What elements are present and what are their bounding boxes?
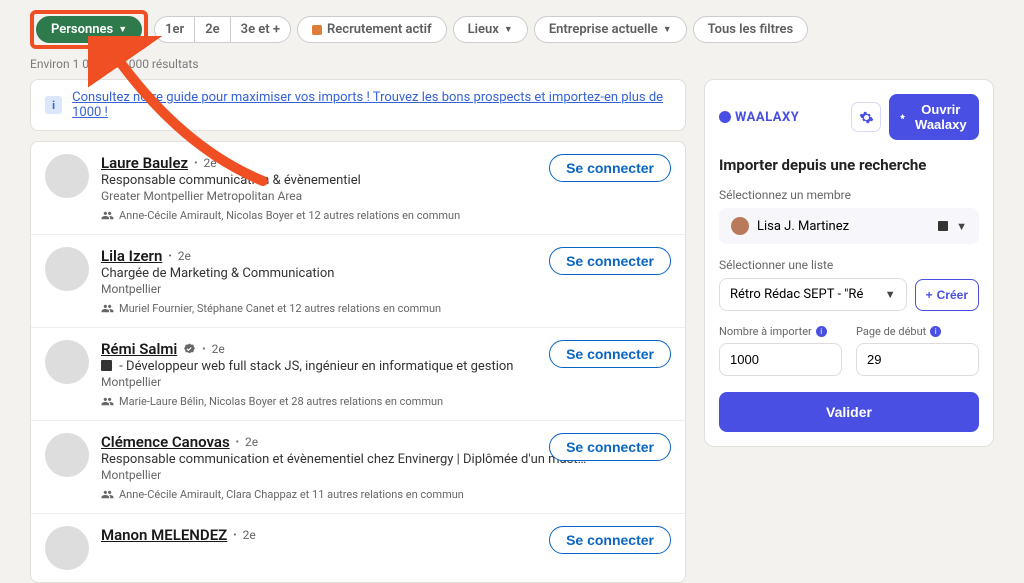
settings-button[interactable] — [851, 102, 881, 132]
connect-button[interactable]: Se connecter — [549, 247, 671, 275]
list-value: Rétro Rédac SEPT - "Ré — [730, 287, 885, 302]
import-heading: Importer depuis une recherche — [719, 156, 979, 174]
dot-separator: • — [168, 251, 171, 262]
results-count: Environ 1 080 000 000 résultats — [0, 55, 1024, 79]
dot-separator: • — [236, 437, 239, 448]
list-select[interactable]: Rétro Rédac SEPT - "Ré ▼ — [719, 278, 907, 311]
degree-3plus[interactable]: 3e et + — [230, 16, 291, 43]
member-avatar-icon — [731, 217, 749, 235]
result-mutual: Anne-Cécile Amirault, Nicolas Boyer et 1… — [101, 209, 671, 222]
result-row: Manon MELENDEZ • 2e Se connecter — [31, 514, 685, 582]
result-mutual: Anne-Cécile Amirault, Clara Chappaz et 1… — [101, 488, 671, 501]
caret-down-icon: ▼ — [504, 24, 513, 35]
verified-icon — [183, 343, 196, 356]
result-degree: 2e — [245, 435, 258, 449]
filter-personnes[interactable]: Personnes ▼ — [36, 16, 142, 43]
caret-down-icon: ▼ — [118, 24, 127, 35]
open-waalaxy-button[interactable]: Ouvrir Waalaxy — [889, 94, 979, 140]
filter-personnes-label: Personnes — [51, 22, 113, 37]
waalaxy-panel: WAALAXY Ouvrir Waalaxy Importer depuis u… — [704, 79, 994, 447]
filter-locations-label: Lieux — [468, 22, 499, 37]
member-value: Lisa J. Martinez — [757, 219, 930, 234]
result-degree: 2e — [243, 528, 256, 542]
result-location: Montpellier — [101, 375, 671, 389]
validate-button[interactable]: Valider — [719, 392, 979, 432]
results-list: Laure Baulez•2eResponsable communication… — [30, 141, 686, 583]
result-row: Laure Baulez•2eResponsable communication… — [31, 142, 685, 235]
filter-company[interactable]: Entreprise actuelle ▼ — [534, 16, 687, 43]
filter-locations[interactable]: Lieux ▼ — [453, 16, 528, 43]
waalaxy-brand: WAALAXY — [719, 110, 799, 125]
dot-separator: • — [233, 530, 236, 541]
result-mutual: Marie-Laure Bélin, Nicolas Boyer et 28 a… — [101, 395, 671, 408]
label-tag-icon — [938, 221, 948, 231]
avatar[interactable] — [45, 340, 89, 384]
list-label: Sélectionner une liste — [719, 258, 979, 272]
avatar[interactable] — [45, 433, 89, 477]
result-degree: 2e — [178, 249, 191, 263]
brand-text: WAALAXY — [735, 110, 799, 125]
count-input[interactable] — [719, 343, 842, 376]
gear-icon — [859, 110, 874, 125]
result-row: Rémi Salmi•2e - Développeur web full sta… — [31, 328, 685, 421]
count-label: Nombre à importer i — [719, 325, 842, 338]
connect-button[interactable]: Se connecter — [549, 154, 671, 182]
plus-icon: + — [926, 288, 933, 302]
avatar[interactable] — [45, 526, 89, 570]
result-degree: 2e — [212, 342, 225, 356]
result-name[interactable]: Laure Baulez — [101, 154, 188, 172]
rocket-icon — [899, 111, 906, 123]
result-degree: 2e — [203, 156, 216, 170]
result-name[interactable]: Rémi Salmi — [101, 340, 177, 358]
result-row: Clémence Canovas•2eResponsable communica… — [31, 421, 685, 514]
result-name[interactable]: Lila Izern — [101, 247, 162, 265]
member-select[interactable]: Lisa J. Martinez ▼ — [719, 208, 979, 244]
avatar[interactable] — [45, 154, 89, 198]
info-icon: i — [930, 326, 941, 337]
result-name[interactable]: Clémence Canovas — [101, 433, 230, 451]
import-guide-link[interactable]: Consultez notre guide pour maximiser vos… — [72, 90, 671, 120]
dot-separator: • — [194, 158, 197, 169]
dot-separator: • — [202, 344, 205, 355]
chevron-down-icon: ▼ — [885, 288, 896, 301]
result-location: Greater Montpellier Metropolitan Area — [101, 189, 671, 203]
connect-button[interactable]: Se connecter — [549, 526, 671, 554]
people-icon — [101, 488, 114, 501]
degree-1[interactable]: 1er — [154, 16, 195, 43]
degree-filter-group: 1er 2e 3e et + — [154, 16, 291, 43]
member-label: Sélectionnez un membre — [719, 188, 979, 202]
result-location: Montpellier — [101, 282, 671, 296]
filter-all[interactable]: Tous les filtres — [693, 16, 809, 43]
page-input[interactable] — [856, 343, 979, 376]
highlight-annotation: Personnes ▼ — [30, 10, 148, 49]
recruiting-badge-icon — [312, 25, 322, 35]
filter-company-label: Entreprise actuelle — [549, 22, 658, 37]
filter-recruiting[interactable]: Recrutement actif — [297, 16, 447, 43]
avatar[interactable] — [45, 247, 89, 291]
degree-2[interactable]: 2e — [195, 16, 229, 43]
chevron-down-icon: ▼ — [956, 220, 967, 233]
import-guide-banner: i Consultez notre guide pour maximiser v… — [30, 79, 686, 131]
result-row: Lila Izern•2eChargée de Marketing & Comm… — [31, 235, 685, 328]
info-icon: i — [816, 326, 827, 337]
people-icon — [101, 302, 114, 315]
people-icon — [101, 395, 114, 408]
result-location: Montpellier — [101, 468, 671, 482]
filter-recruiting-label: Recrutement actif — [327, 22, 432, 37]
open-btn-label: Ouvrir Waalaxy — [913, 102, 969, 132]
filter-bar: Personnes ▼ 1er 2e 3e et + Recrutement a… — [0, 0, 1024, 55]
connect-button[interactable]: Se connecter — [549, 340, 671, 368]
page-label: Page de début i — [856, 325, 979, 338]
result-name[interactable]: Manon MELENDEZ — [101, 526, 227, 544]
info-icon: i — [45, 96, 62, 114]
connect-button[interactable]: Se connecter — [549, 433, 671, 461]
company-badge-icon — [101, 360, 112, 371]
create-btn-label: Créer — [937, 288, 968, 302]
create-list-button[interactable]: + Créer — [915, 279, 979, 311]
brand-dot-icon — [719, 111, 731, 123]
people-icon — [101, 209, 114, 222]
caret-down-icon: ▼ — [663, 24, 672, 35]
result-mutual: Muriel Fournier, Stéphane Canet et 12 au… — [101, 302, 671, 315]
